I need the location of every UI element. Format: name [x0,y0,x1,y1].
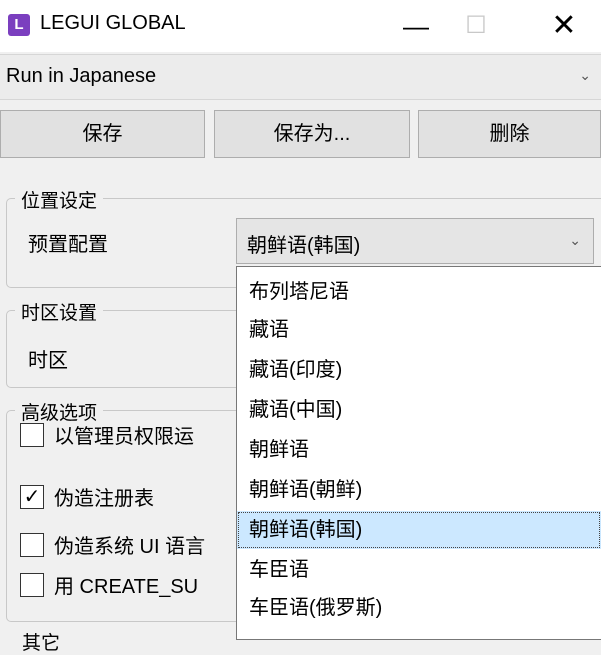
list-item-selected[interactable]: 朝鲜语(韩国) [237,511,601,549]
fake-ui-language-label: 伪造系统 UI 语言 [54,536,206,558]
window-title: LEGUI GLOBAL [40,12,186,34]
list-item[interactable]: 朝鲜语(朝鲜) [237,471,601,509]
title-bar: L LEGUI GLOBAL — ☐ ✕ [0,0,601,52]
location-group-title: 位置设定 [15,186,104,213]
other-group-title: 其它 [22,633,61,654]
timezone-label: 时区 [28,350,68,372]
list-item[interactable]: 藏语(中国) [237,391,601,429]
fake-ui-language-checkbox[interactable] [20,533,44,557]
profile-select[interactable]: Run in Japanese ⌄ [0,54,601,100]
timezone-group-title: 时区设置 [15,298,104,325]
list-item[interactable]: 藏语(印度) [237,351,601,389]
list-item[interactable]: 布列塔尼语 [237,273,601,311]
create-suspended-checkbox[interactable] [20,573,44,597]
run-as-admin-label: 以管理员权限运 [54,426,194,448]
preset-dropdown-list[interactable]: 布列塔尼语 藏语 藏语(印度) 藏语(中国) 朝鲜语 朝鲜语(朝鲜) 朝鲜语(韩… [236,266,601,640]
list-item[interactable]: 车臣语 [237,551,601,589]
save-as-button[interactable]: 保存为... [214,110,410,158]
list-item[interactable]: 朝鲜语 [237,431,601,469]
preset-select-value: 朝鲜语(韩国) [247,235,361,257]
preset-label: 预置配置 [28,234,108,256]
delete-button[interactable]: 删除 [418,110,601,158]
run-as-admin-checkbox[interactable] [20,423,44,447]
list-item[interactable]: 车臣语(俄罗斯) [237,589,601,627]
app-icon: L [8,14,30,36]
close-button[interactable]: ✕ [534,0,594,52]
save-button[interactable]: 保存 [0,110,205,158]
minimize-button[interactable]: — [386,0,446,52]
maximize-button[interactable]: ☐ [446,0,506,52]
list-item[interactable]: 藏语 [237,311,601,349]
chevron-down-icon: ⌄ [569,232,581,248]
chevron-down-icon: ⌄ [579,67,591,83]
create-suspended-label: 用 CREATE_SU [54,576,199,598]
profile-select-value: Run in Japanese [6,65,157,87]
fake-registry-label: 伪造注册表 [54,488,154,510]
preset-select[interactable]: 朝鲜语(韩国) ⌄ [236,218,594,264]
fake-registry-checkbox[interactable]: ✓ [20,485,44,509]
